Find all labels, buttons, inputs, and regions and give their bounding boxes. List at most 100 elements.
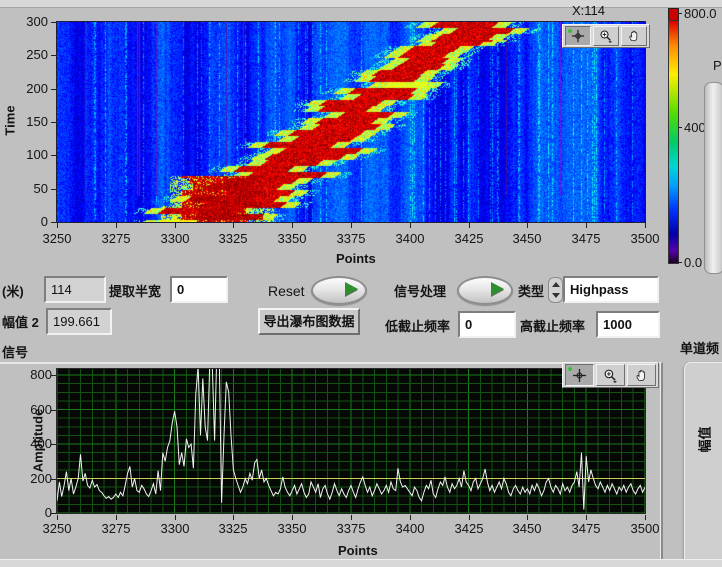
export-waterfall-button[interactable]: 导出瀑布图数据 (258, 308, 360, 335)
hand-icon (634, 368, 649, 383)
wf-y-tickmark (51, 189, 56, 190)
sig-x-tick-label: 3450 (505, 521, 549, 536)
sig-y-tick-label: 200 (12, 471, 52, 486)
wf-x-tick-label: 3375 (329, 231, 373, 246)
signal-graph-palette (562, 362, 659, 388)
amplitude2-label: 幅值 2 (2, 312, 39, 331)
cursor-tool-led-2 (568, 367, 572, 371)
cursor-tool-button-2[interactable] (565, 364, 594, 386)
cursor-readout: X:114 (572, 3, 605, 18)
crosshair-icon (571, 29, 585, 43)
sig-x-tick-label: 3275 (94, 521, 138, 536)
distance-label: (米) (2, 281, 24, 300)
sig-x-tick-label: 3300 (153, 521, 197, 536)
colorbar-tick (678, 127, 682, 128)
single-channel-label: 单道频 (680, 338, 719, 357)
sig-x-tick-label: 3250 (35, 521, 79, 536)
sig-x-tick-label: 3425 (447, 521, 491, 536)
half-width-label: 提取半宽 (109, 281, 161, 300)
sig-x-tick-label: 3350 (270, 521, 314, 536)
sig-x-tickmark (469, 515, 470, 520)
colorbar-ramp[interactable] (668, 20, 679, 264)
colorbar-min-label: 0.0 (684, 255, 702, 270)
wf-x-tick-label: 3500 (623, 231, 667, 246)
wf-x-tick-label: 3300 (153, 231, 197, 246)
wf-x-tick-label: 3250 (35, 231, 79, 246)
wf-y-tickmark (51, 222, 56, 223)
sig-y-tick-label: 0 (12, 505, 52, 520)
reset-label: Reset (268, 283, 305, 299)
wf-x-tickmark (586, 223, 587, 228)
colorbar-tick (678, 13, 682, 14)
waterfall-heatmap-plot[interactable] (56, 21, 646, 223)
wf-x-tickmark (116, 223, 117, 228)
low-cutoff-label: 低截止频率 (385, 316, 450, 335)
sig-x-tickmark (586, 515, 587, 520)
high-cutoff-input[interactable]: 1000 (596, 311, 660, 338)
sig-x-tickmark (292, 515, 293, 520)
signal-line-plot[interactable] (57, 369, 645, 513)
cursor-tool-led (568, 29, 572, 33)
sig-x-tick-label: 3375 (329, 521, 373, 536)
reset-arrow-icon (345, 282, 358, 296)
high-cutoff-label: 高截止频率 (520, 316, 585, 335)
sig-y-tick-label: 600 (12, 402, 52, 417)
pan-tool-button[interactable] (621, 26, 647, 46)
pan-tool-button-2[interactable] (627, 364, 656, 386)
sig-x-tick-label: 3400 (388, 521, 432, 536)
wf-x-tick-label: 3350 (270, 231, 314, 246)
wf-y-tick-label: 100 (8, 147, 48, 162)
wf-x-tickmark (175, 223, 176, 228)
wf-y-tick-label: 250 (8, 47, 48, 62)
wf-y-tick-label: 200 (8, 81, 48, 96)
sig-x-tickmark (175, 515, 176, 520)
wf-y-tick-label: 0 (8, 214, 48, 229)
colorbar-tick (678, 262, 682, 263)
wf-x-tickmark (292, 223, 293, 228)
zoom-tool-button[interactable] (593, 26, 619, 46)
wf-x-tickmark (527, 223, 528, 228)
sig-x-tick-label: 3500 (623, 521, 667, 536)
wf-x-tick-label: 3475 (564, 231, 608, 246)
sig-x-tickmark (57, 515, 58, 520)
sig-x-tick-label: 3475 (564, 521, 608, 536)
bottom-strip (0, 559, 722, 567)
cursor-tool-button[interactable] (565, 26, 591, 46)
wf-y-tickmark (51, 22, 56, 23)
amplitude2-indicator: 199.661 (46, 308, 112, 335)
wf-y-tickmark (51, 55, 56, 56)
signal-x-axis-title: Points (338, 543, 378, 558)
wf-x-tickmark (57, 223, 58, 228)
signal-processing-arrow-icon (491, 282, 504, 296)
application-window: Time Points X:114 (0, 0, 722, 567)
right-edge-slider[interactable] (704, 82, 722, 274)
filter-type-spinner[interactable] (548, 277, 563, 303)
wf-x-tick-label: 3425 (447, 231, 491, 246)
wf-x-tickmark (351, 223, 352, 228)
sig-y-tick-label: 800 (12, 367, 52, 382)
filter-type-combo[interactable]: Highpass (563, 276, 659, 303)
sig-x-tick-label: 3325 (211, 521, 255, 536)
half-width-input[interactable]: 0 (170, 276, 228, 303)
signal-processing-toggle[interactable] (457, 276, 513, 305)
spinner-down-icon (552, 293, 560, 298)
filter-type-label: 类型 (518, 281, 544, 300)
wf-x-tickmark (469, 223, 470, 228)
hand-icon (627, 29, 641, 43)
reset-button[interactable] (311, 276, 367, 305)
zoom-tool-button-2[interactable] (596, 364, 625, 386)
spinner-up-icon (552, 282, 560, 287)
wf-y-tick-label: 300 (8, 14, 48, 29)
distance-indicator: 114 (44, 276, 106, 303)
sig-x-tickmark (116, 515, 117, 520)
wf-x-tick-label: 3450 (505, 231, 549, 246)
colorbar-max-label: 800.0 (684, 6, 717, 21)
crosshair-icon (572, 368, 587, 383)
wf-y-tickmark (51, 122, 56, 123)
clipped-right-label: P (713, 58, 722, 73)
wf-x-tickmark (645, 223, 646, 228)
low-cutoff-input[interactable]: 0 (458, 311, 516, 338)
wf-x-tick-label: 3275 (94, 231, 138, 246)
wf-x-tickmark (233, 223, 234, 228)
sig-x-tickmark (645, 515, 646, 520)
